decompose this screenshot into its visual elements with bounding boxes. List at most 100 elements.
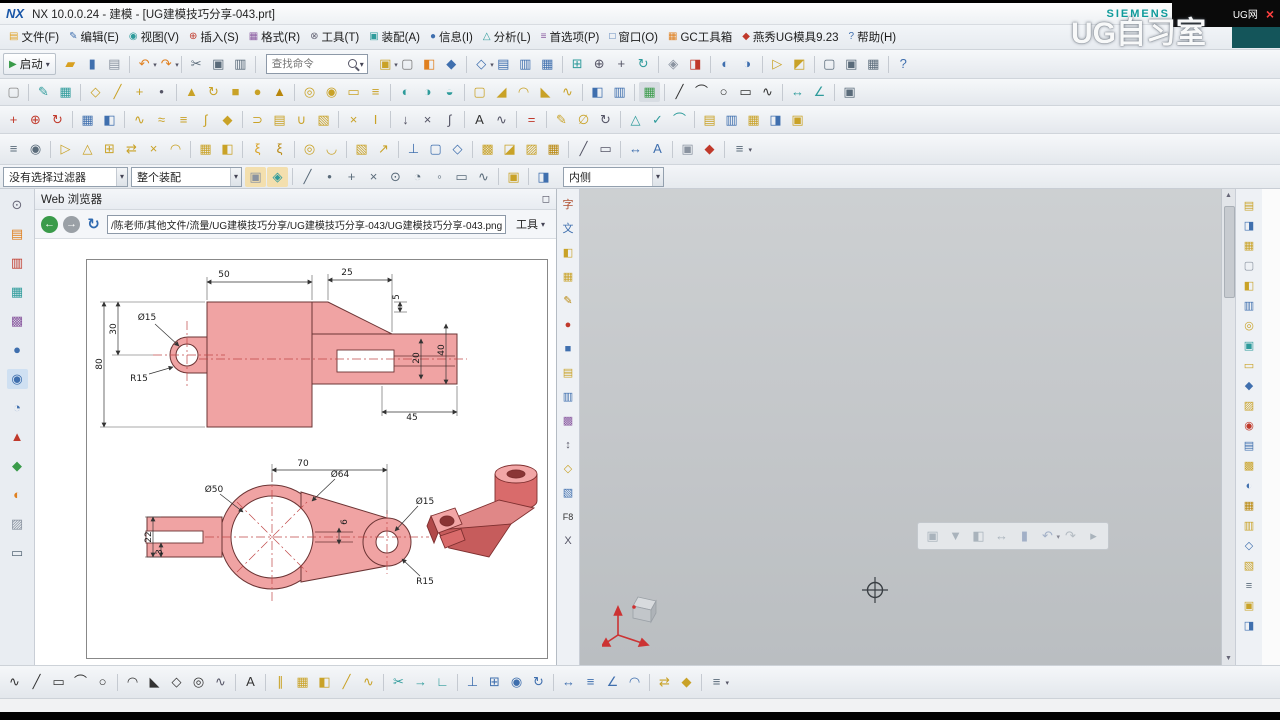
right-toolbar-icon-16[interactable]: ▦ (1240, 497, 1258, 515)
system-materials-icon[interactable]: ▨ (7, 514, 28, 534)
menu-item-file[interactable]: ▤ 文件(F) (4, 27, 64, 47)
right-toolbar-icon-10[interactable]: ◆ (1240, 377, 1258, 395)
chamfer-icon[interactable]: ◣ (144, 672, 165, 692)
solid-body-select-icon[interactable]: ▣ (503, 167, 524, 187)
menu-item-preferences[interactable]: ≡ 首选项(P) (536, 27, 605, 47)
trim-sheet-icon[interactable]: ◪ (499, 139, 520, 159)
update-feature-icon[interactable]: ↻ (595, 110, 616, 130)
face-select-icon[interactable]: ▭ (595, 139, 616, 159)
sketch-in-task-icon[interactable]: ▦ (55, 82, 76, 102)
chevron-down-icon[interactable]: ▾ (360, 60, 364, 69)
pattern-curve-icon[interactable]: ▦ (292, 672, 313, 692)
gear-icon[interactable]: ⊙ (7, 195, 28, 215)
snap-arc-center-icon[interactable]: ⊙ (385, 167, 406, 187)
intersection-curve-icon[interactable]: × (417, 110, 438, 130)
boss-icon[interactable]: ◉ (321, 82, 342, 102)
derived-lines-icon[interactable]: ╱ (336, 672, 357, 692)
auto-constrain-icon[interactable]: ⊞ (484, 672, 505, 692)
wireframe-view-icon[interactable]: ▢ (397, 54, 418, 74)
x-axis-icon[interactable]: X (559, 533, 577, 550)
fillet-icon[interactable]: ◠ (122, 672, 143, 692)
simple-analysis-icon[interactable]: △ (625, 110, 646, 130)
cylinder-icon[interactable]: ● (247, 82, 268, 102)
right-toolbar-icon-22[interactable]: ◨ (1240, 617, 1258, 635)
snap-existing-point-icon[interactable]: ◦ (429, 167, 450, 187)
wrap-geometry-icon[interactable]: ▧ (351, 139, 372, 159)
undo-icon[interactable]: ↶ ▾ (134, 54, 157, 74)
url-input[interactable] (107, 214, 506, 234)
diamond-tool-icon[interactable]: ◇ (559, 461, 577, 478)
palette-icon[interactable]: ▩ (559, 413, 577, 430)
paste-icon[interactable]: ▥ (230, 54, 251, 74)
deviation-gauge-icon[interactable]: ✓ (647, 110, 668, 130)
mini-more-icon[interactable]: ▸ (1083, 526, 1104, 546)
mini-view-cube-icon[interactable]: ▣ (922, 526, 943, 546)
front-view-icon[interactable]: ▤ (493, 54, 514, 74)
side-dropdown[interactable]: 内侧 ▾ (563, 166, 664, 187)
helix-icon[interactable]: ∿ (491, 110, 512, 130)
hd3d-tools-icon[interactable]: ● (7, 340, 28, 360)
feature-group-icon[interactable]: ▩ (477, 139, 498, 159)
offset-surface-icon[interactable]: ⊃ (247, 110, 268, 130)
note-text-icon[interactable]: 文 (559, 221, 577, 238)
alternate-solution-icon[interactable]: ◆ (676, 672, 697, 692)
right-toolbar-icon-13[interactable]: ▤ (1240, 437, 1258, 455)
assembly-navigator-icon[interactable]: ▤ (7, 224, 28, 244)
section-view-icon[interactable]: ◨ (685, 54, 706, 74)
right-toolbar-icon-19[interactable]: ▧ (1240, 557, 1258, 575)
edge-select-icon[interactable]: ╱ (573, 139, 594, 159)
right-toolbar-icon-21[interactable]: ▣ (1240, 597, 1258, 615)
copy-icon[interactable]: ▣ (208, 54, 229, 74)
layer-settings-icon[interactable]: ≡ (3, 139, 24, 159)
mini-save-icon[interactable]: ▮ (1014, 526, 1035, 546)
line-icon[interactable]: ╱ (669, 82, 690, 102)
start-menu-button[interactable]: ▶ 启动 ▾ (3, 53, 56, 75)
point-icon[interactable]: • (151, 82, 172, 102)
pmi-icon[interactable]: ◆ (699, 139, 720, 159)
shell-icon[interactable]: ▢ (469, 82, 490, 102)
spring-follow-icon[interactable]: ξ (269, 139, 290, 159)
panel-undock-icon[interactable]: ◻ (542, 194, 550, 205)
finish-sketch-icon[interactable]: ▦ (639, 82, 660, 102)
right-view-icon[interactable]: ▦ (537, 54, 558, 74)
reuse-library-icon[interactable]: ▩ (7, 311, 28, 331)
circle-icon[interactable]: ○ (713, 82, 734, 102)
studio-spline-icon[interactable]: ∿ (210, 672, 231, 692)
redo-icon[interactable]: ↷ ▾ (156, 54, 179, 74)
right-toolbar-icon-5[interactable]: ◧ (1240, 277, 1258, 295)
scroll-up-icon[interactable]: ▲ (1225, 189, 1232, 202)
view-layout-4-icon[interactable]: ◨ (765, 110, 786, 130)
resize-blend-icon[interactable]: ◠ (165, 139, 186, 159)
right-toolbar-icon-6[interactable]: ▥ (1240, 297, 1258, 315)
thicken-icon[interactable]: ▤ (269, 110, 290, 130)
list-table-icon[interactable]: ▥ (559, 389, 577, 406)
arc-icon[interactable]: ⌒ (691, 82, 712, 102)
forward-button[interactable]: → (63, 215, 80, 233)
rectangle-icon[interactable]: ▭ (48, 672, 69, 692)
measure-distance-icon[interactable]: ↔ (787, 82, 808, 102)
right-toolbar-icon-14[interactable]: ▩ (1240, 457, 1258, 475)
menu-item-information[interactable]: ● 信息(I) (425, 27, 478, 47)
view-layout-1-icon[interactable]: ▤ (699, 110, 720, 130)
assembly-section-icon[interactable]: ◨ (533, 167, 554, 187)
chamfer-icon[interactable]: ◣ (535, 82, 556, 102)
refresh-icon[interactable]: ↻ (85, 216, 102, 233)
section-curve-icon[interactable]: ∫ (439, 110, 460, 130)
snap-on-curve-icon[interactable]: ∿ (473, 167, 494, 187)
search-icon[interactable] (347, 58, 357, 68)
quick-extend-icon[interactable]: → (410, 672, 431, 692)
arc-icon[interactable]: ⌒ (70, 672, 91, 692)
roles-icon[interactable]: ◐ (7, 485, 28, 505)
geometric-constraints-icon[interactable]: ⊥ (462, 672, 483, 692)
text-icon[interactable]: A (469, 110, 490, 130)
menu-item-yanxiu-mold[interactable]: ◆ 燕秀UG模具9.23 (737, 27, 843, 47)
graphics-window[interactable]: ▣ ▼ ◧ ↔ ▮ ↶ ▾ ↷ ▸ (580, 189, 1221, 665)
mirror-face-icon[interactable]: ◧ (217, 139, 238, 159)
immediate-hide-icon[interactable]: ◑ (737, 54, 758, 74)
face-analysis-view-icon[interactable]: ◆ (441, 54, 462, 74)
f8-orient-view-icon[interactable]: F8 (559, 509, 577, 526)
snap-control-point-icon[interactable]: + (341, 167, 362, 187)
right-toolbar-icon-17[interactable]: ▥ (1240, 517, 1258, 535)
sketch-more-icon[interactable]: ≡ ▾ (706, 672, 729, 692)
close-icon[interactable]: × (1266, 7, 1274, 21)
